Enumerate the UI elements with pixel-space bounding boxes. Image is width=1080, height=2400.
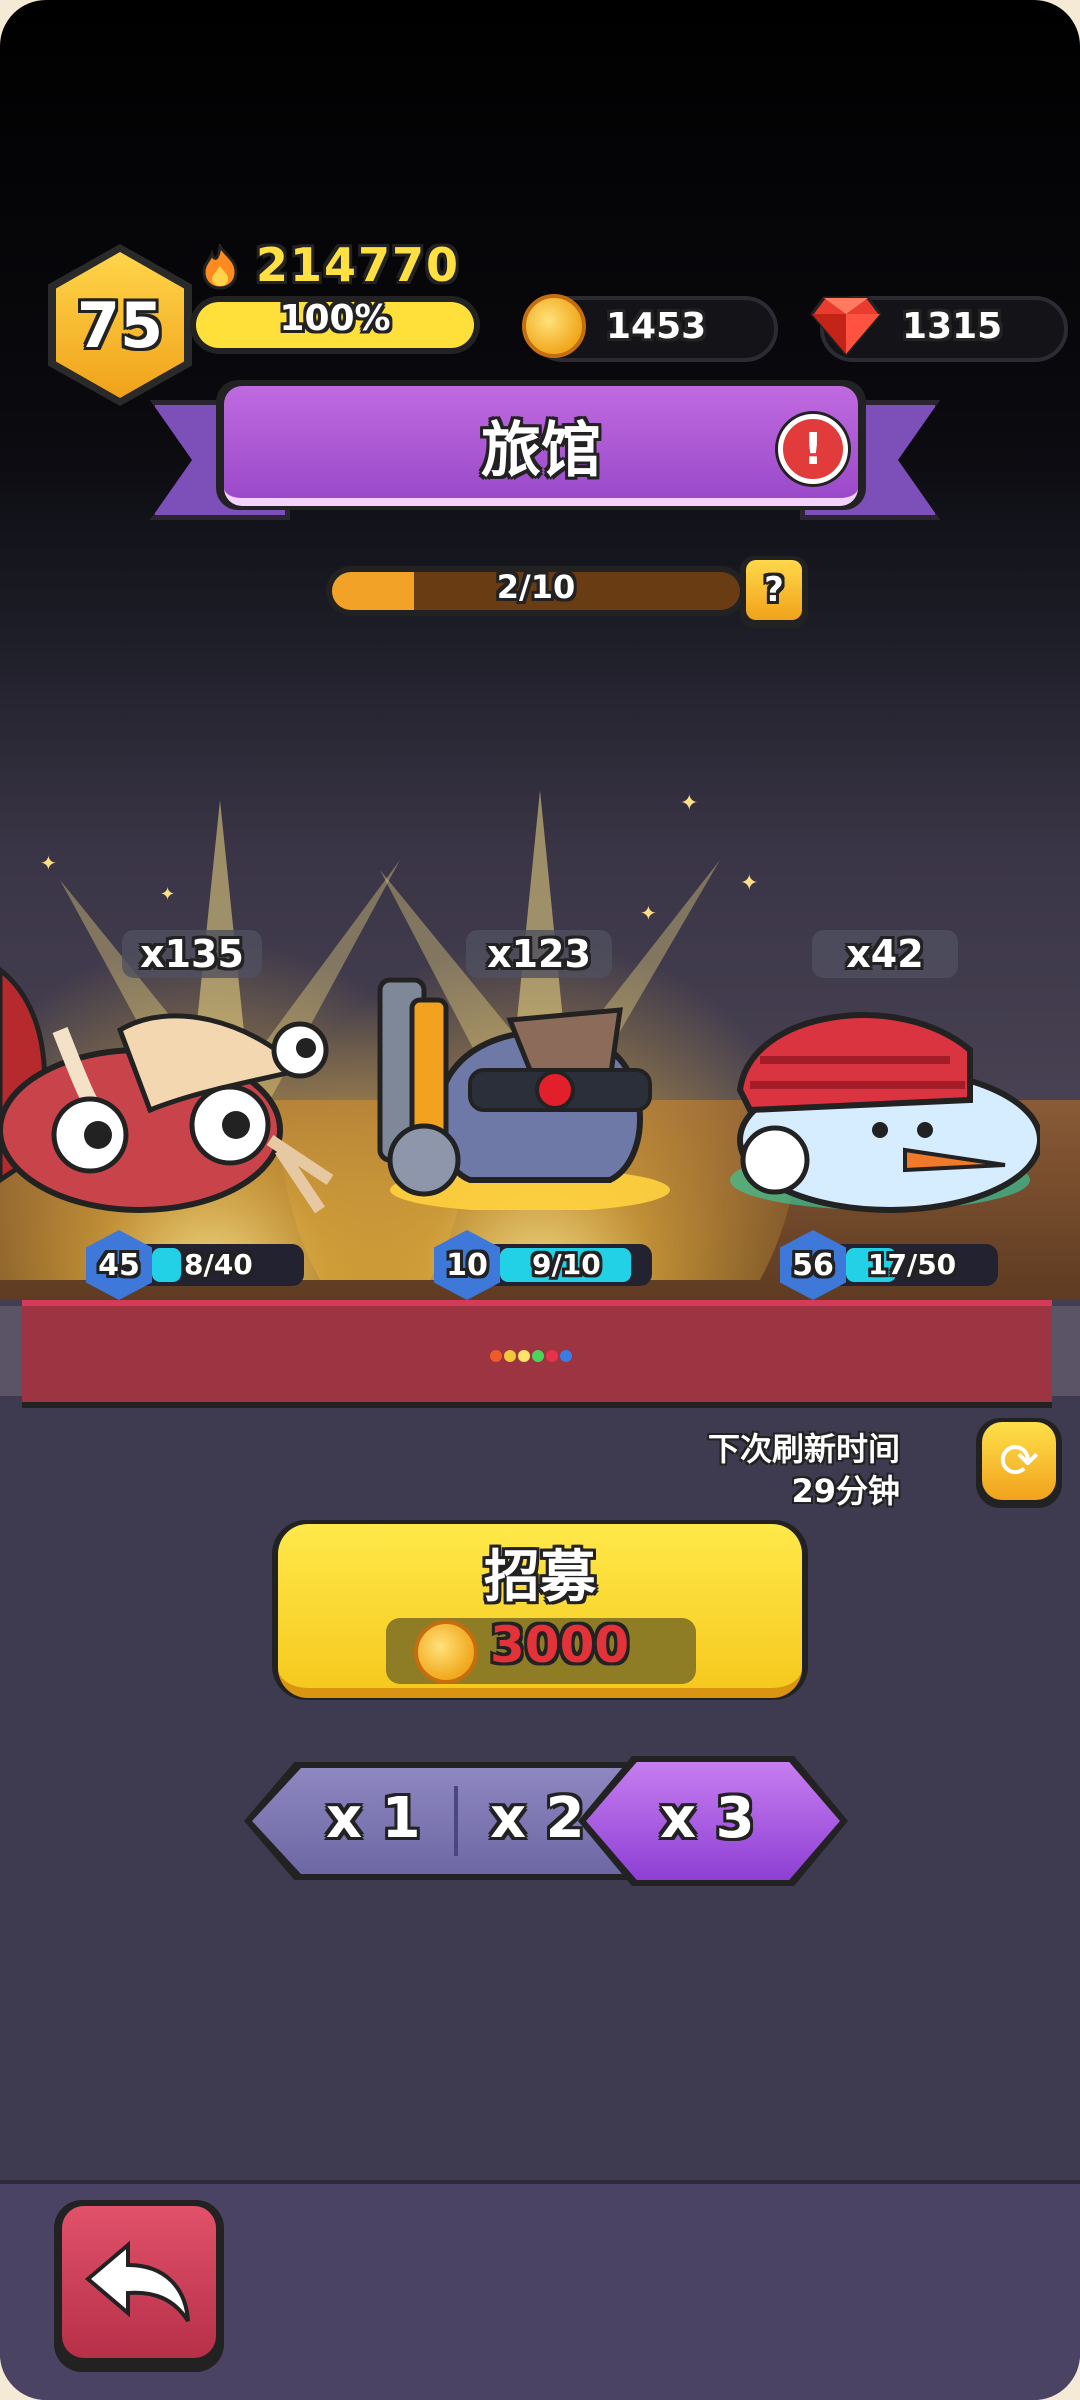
exclamation-icon[interactable]: ! xyxy=(778,414,848,484)
page-dot xyxy=(560,1350,572,1362)
page-dot xyxy=(490,1350,502,1362)
refresh-countdown: 29分钟 xyxy=(791,1472,900,1510)
multiplier-option-x1[interactable]: x 1 xyxy=(326,1786,421,1851)
refresh-icon[interactable]: ⟳ xyxy=(982,1422,1056,1500)
inn-screen: 75 214770 100% 1453 1315 旅馆 ! 2/10 ? ✦ ✦… xyxy=(0,0,1080,2400)
svg-text:✦: ✦ xyxy=(640,901,657,925)
page-dot xyxy=(532,1350,544,1362)
refresh-label: 下次刷新时间 xyxy=(707,1430,900,1468)
xp-percent: 100% xyxy=(279,298,391,339)
coin-icon xyxy=(522,294,586,358)
coin-icon xyxy=(414,1620,478,1684)
hero-shard-text: 17/50 xyxy=(868,1248,957,1281)
hero-shard-text: 9/10 xyxy=(532,1248,601,1281)
question-icon[interactable]: ? xyxy=(746,560,802,620)
page-dot xyxy=(518,1350,530,1362)
page-title: 旅馆 xyxy=(481,416,601,486)
gem-counter[interactable]: 1315 xyxy=(810,296,1068,362)
hero-shard-fill xyxy=(152,1248,182,1282)
recruit-label: 招募 xyxy=(484,1545,596,1610)
multiplier-option-x3[interactable]: x 3 xyxy=(660,1786,755,1851)
hero-snowman[interactable] xyxy=(720,990,1040,1220)
gem-value: 1315 xyxy=(902,306,1003,347)
back-arrow-icon xyxy=(84,2240,190,2323)
svg-text:✦: ✦ xyxy=(680,791,698,816)
coin-value: 1453 xyxy=(606,306,707,347)
shelf-post-right xyxy=(1052,1306,1080,1396)
inn-progress-label: 2/10 xyxy=(496,568,576,606)
page-dot xyxy=(504,1350,516,1362)
hero-count-badge: x135 xyxy=(122,930,262,978)
svg-text:✦: ✦ xyxy=(40,851,57,875)
svg-text:✦: ✦ xyxy=(740,871,758,896)
coin-counter[interactable]: 1453 xyxy=(522,294,778,362)
hero-shard-text: 8/40 xyxy=(184,1248,253,1281)
multiplier-divider xyxy=(454,1786,458,1856)
gem-icon xyxy=(810,296,882,357)
svg-text:✦: ✦ xyxy=(160,884,175,905)
recruit-cost: 3000 xyxy=(490,1616,630,1674)
page-dot xyxy=(546,1350,558,1362)
back-button-face[interactable] xyxy=(62,2206,216,2358)
multiplier-option-x2[interactable]: x 2 xyxy=(490,1786,585,1851)
fire-icon xyxy=(202,244,238,290)
hero-robot-gunner[interactable] xyxy=(360,970,680,1210)
power-value: 214770 xyxy=(256,238,461,292)
hero-count-badge: x42 xyxy=(812,930,958,978)
page-dots xyxy=(490,1350,572,1362)
hero-hermit-crab[interactable] xyxy=(0,960,350,1230)
hero-count-badge: x123 xyxy=(466,930,612,978)
shelf-post-left xyxy=(0,1306,22,1396)
